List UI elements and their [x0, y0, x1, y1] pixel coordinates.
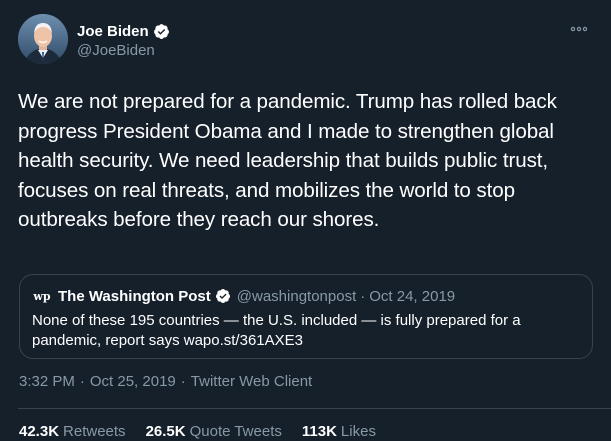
quoted-tweet[interactable]: wp The Washington Post @washingtonpost ·… — [19, 274, 593, 359]
more-options-icon[interactable] — [569, 22, 589, 36]
quoted-tweet-text: None of these 195 countries — the U.S. i… — [32, 312, 521, 349]
author-display-name[interactable]: Joe Biden — [77, 23, 149, 40]
tweet-meta: 3:32 PM · Oct 25, 2019 · Twitter Web Cli… — [19, 373, 312, 390]
quote-tweets-count: 26.5K — [145, 423, 186, 440]
divider — [18, 408, 611, 409]
retweets-label: Retweets — [63, 423, 126, 440]
author-name-row: Joe Biden — [77, 21, 170, 41]
likes-count: 113K — [301, 423, 337, 440]
likes-stat[interactable]: 113K Likes — [302, 423, 376, 440]
quoted-separator: · — [360, 287, 366, 305]
verified-badge-icon — [215, 288, 231, 304]
quote-tweets-stat[interactable]: 26.5K Quote Tweets — [146, 423, 282, 440]
svg-text:wp: wp — [32, 290, 50, 303]
washington-post-logo-icon: wp — [32, 286, 52, 306]
likes-label: Likes — [340, 423, 376, 440]
tweet-text: We are not prepared for a pandemic. Trum… — [18, 90, 557, 232]
tweet-stats: 42.3K Retweets 26.5K Quote Tweets 113K Like… — [19, 423, 396, 440]
quoted-tweet-header: wp The Washington Post @washingtonpost ·… — [32, 286, 455, 306]
meta-separator: · — [79, 373, 85, 390]
meta-separator: · — [180, 373, 186, 390]
verified-badge-icon — [153, 23, 170, 40]
tweet-time[interactable]: 3:32 PM — [19, 373, 75, 390]
author-avatar[interactable] — [18, 14, 68, 64]
retweets-count: 42.3K — [19, 423, 60, 440]
quoted-date: Oct 24, 2019 — [369, 287, 456, 305]
tweet-card: Joe Biden @JoeBiden We are not prepared … — [0, 0, 611, 441]
tweet-client-link[interactable]: Twitter Web Client — [191, 373, 312, 390]
tweet-date[interactable]: Oct 25, 2019 — [90, 373, 176, 390]
quoted-display-name: The Washington Post — [58, 287, 211, 305]
author-handle[interactable]: @JoeBiden — [77, 42, 155, 59]
quoted-handle: @washingtonpost — [236, 287, 357, 305]
quote-tweets-label: Quote Tweets — [189, 423, 282, 440]
retweets-stat[interactable]: 42.3K Retweets — [19, 423, 126, 440]
